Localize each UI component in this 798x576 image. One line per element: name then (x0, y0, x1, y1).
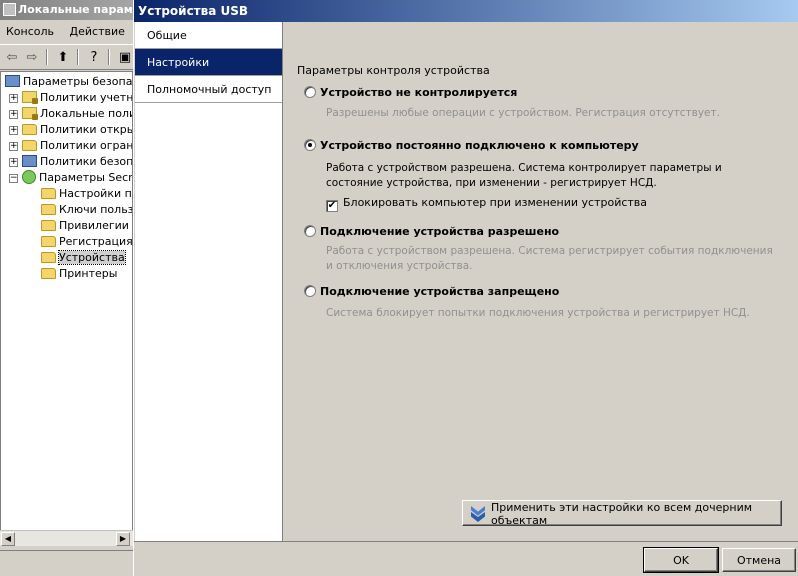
mmc-window: Локальные параметры Консоль Действие ⇦ ⇨… (0, 0, 140, 576)
option-not-controlled[interactable]: Устройство не контролируется (304, 86, 517, 99)
option-description: Работа с устройством разрешена. Система … (326, 162, 722, 189)
nav-item-mandatory-access[interactable]: Полномочный доступ (135, 76, 282, 103)
tree-item-label: Устройства (58, 250, 126, 265)
tree-item-label: Политики учетных записей (40, 91, 133, 104)
lock-folder-icon (22, 107, 38, 120)
computer-icon (5, 75, 20, 87)
ok-button[interactable]: OK (643, 547, 719, 573)
green-icon (22, 170, 36, 184)
option-permanently-connected[interactable]: Устройство постоянно подключено к компью… (304, 139, 639, 152)
lock-computer-checkbox-row[interactable]: ✔ Блокировать компьютер при изменении уст… (326, 196, 647, 212)
folder-icon (41, 252, 56, 263)
radio-button[interactable] (304, 139, 316, 151)
radio-button[interactable] (304, 285, 316, 297)
folder-icon (41, 236, 56, 247)
option-label: Устройство не контролируется (320, 86, 518, 99)
option-description: Разрешены любые операции с устройством. … (326, 107, 720, 119)
nav-item-settings[interactable]: Настройки (135, 49, 282, 76)
dialog-title: Устройства USB (134, 0, 798, 22)
toolbar-separator (108, 49, 110, 65)
lock-folder-icon (22, 91, 38, 104)
tree-item-label: Ключи пользователей (59, 203, 133, 216)
dialog-button-bar: OK Отмена (134, 541, 798, 576)
folder-icon (41, 220, 56, 231)
apply-button-label: Применить эти настройки ко всем дочерним… (491, 501, 753, 527)
scroll-right-icon[interactable]: ▶ (116, 532, 130, 546)
collapse-icon[interactable]: − (9, 174, 18, 183)
status-bar (0, 550, 140, 576)
tree-item-label: Параметры Secret Net (39, 171, 133, 184)
nav-item-general[interactable]: Общие (135, 22, 282, 49)
menu-console[interactable]: Консоль (0, 22, 60, 41)
option-connection-allowed[interactable]: Подключение устройства разрешено (304, 225, 559, 238)
checkbox-label: Блокировать компьютер при изменении устр… (343, 196, 648, 209)
folder-icon (41, 188, 56, 199)
back-arrow-icon[interactable]: ⇦ (2, 48, 22, 66)
mmc-titlebar: Локальные параметры (0, 0, 140, 20)
menu-bar: Консоль Действие (0, 22, 140, 41)
settings-panel: Параметры контроля устройства Устройство… (286, 22, 798, 541)
option-label: Подключение устройства разрешено (320, 225, 560, 238)
radio-button[interactable] (304, 225, 316, 237)
usb-devices-dialog: Устройства USB Общие Настройки Полномочн… (133, 0, 798, 576)
tree-item-label: Принтеры (59, 267, 118, 280)
expand-icon[interactable]: + (9, 110, 18, 119)
option-label: Устройство постоянно подключено к компью… (320, 139, 639, 152)
console-tree: Параметры безопасности + Политики учетных … (0, 71, 133, 546)
show-tree-icon[interactable]: ▣ (115, 48, 135, 66)
lock-computer-checkbox[interactable]: ✔ (326, 200, 338, 212)
tree-item-label: Политики ограниченного использования (40, 139, 133, 152)
tree-item-label: Настройки подсистем (59, 187, 132, 200)
tree-item-label: Политики безопасности IP (40, 155, 133, 168)
option-connection-forbidden[interactable]: Подключение устройства запрещено (304, 285, 559, 298)
apply-to-children-button[interactable]: Применить эти настройки ко всем дочерним… (462, 500, 782, 527)
mmc-title: Локальные параметры (18, 3, 140, 16)
computer-icon (22, 155, 37, 167)
menu-action[interactable]: Действие (64, 22, 131, 41)
cancel-button[interactable]: Отмена (722, 548, 796, 572)
radio-button[interactable] (304, 86, 316, 98)
expand-icon[interactable]: + (9, 94, 18, 103)
folder-icon (41, 204, 56, 215)
tree-item-label: Политики открытого ключа (40, 123, 132, 136)
folder-icon (22, 140, 37, 151)
scroll-left-icon[interactable]: ◀ (1, 532, 15, 546)
tree-item-label: Параметры безопасности (23, 75, 133, 88)
tree-item-label: Локальные политики (40, 107, 132, 120)
section-title: Параметры контроля устройства (297, 64, 490, 77)
expand-icon[interactable]: + (9, 142, 18, 151)
expand-icon[interactable]: + (9, 126, 18, 135)
expand-icon[interactable]: + (9, 158, 18, 167)
toolbar: ⇦ ⇨ ⬆ ? ▣ (0, 44, 140, 70)
dialog-nav: Общие Настройки Полномочный доступ (135, 22, 283, 541)
up-folder-icon[interactable]: ⬆ (53, 48, 73, 66)
tree-item-label: Привилегии (59, 219, 129, 232)
folder-icon (41, 268, 56, 279)
option-description: Работа с устройством разрешена. Система … (326, 245, 773, 272)
toolbar-separator (77, 49, 79, 65)
horizontal-scrollbar[interactable]: ◀ ▶ (0, 530, 133, 546)
tree-item-label: Регистрация событий (59, 235, 133, 248)
option-description: Система блокирует попытки подключения ус… (326, 307, 750, 319)
forward-arrow-icon[interactable]: ⇨ (22, 48, 42, 66)
toolbar-separator (46, 49, 48, 65)
option-label: Подключение устройства запрещено (320, 285, 560, 298)
help-icon[interactable]: ? (84, 48, 104, 66)
folder-icon (22, 124, 37, 135)
app-icon (3, 3, 16, 16)
